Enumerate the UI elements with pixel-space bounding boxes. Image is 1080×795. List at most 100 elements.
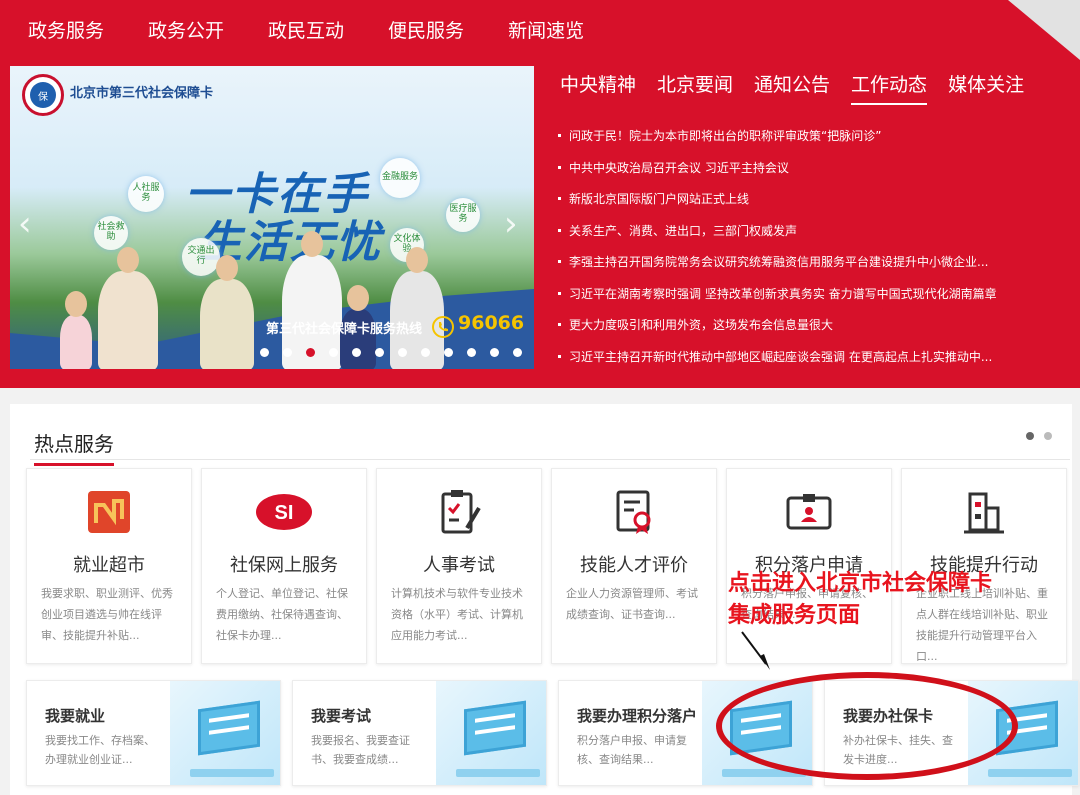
bullet-icon: [558, 197, 561, 201]
card-title: 人事考试: [423, 555, 495, 576]
card-social-insurance-online[interactable]: SI 社保网上服务 个人登记、单位登记、社保费用缴纳、社保待遇查询、社保卡办理.…: [201, 468, 367, 664]
phone-icon: [432, 316, 454, 338]
card-desc: 个人登记、单位登记、社保费用缴纳、社保待遇查询、社保卡办理...: [216, 587, 348, 642]
card-points-settlement[interactable]: 积分落户申请 积分落户申报、申请复核、查询结果...: [726, 468, 892, 664]
bubble-finance: 金融服务: [380, 158, 420, 198]
news-item[interactable]: 习近平在湖南考察时强调 坚持改革创新求真务实 奋力谱写中国式现代化湖南篇章: [558, 278, 1058, 310]
svg-text:SI: SI: [275, 502, 294, 524]
card-title: 就业超市: [73, 555, 145, 576]
tile-desc: 积分落户申报、申请复核、查询结果...: [577, 734, 687, 766]
nav-item-convenience-services[interactable]: 便民服务: [388, 16, 464, 43]
hot-services-pager: [1016, 432, 1052, 440]
bullet-icon: [558, 291, 561, 295]
certificate-icon: [566, 487, 702, 537]
bubble-medical: 医疗服务: [446, 198, 480, 232]
bullet-icon: [558, 134, 561, 138]
bubble-hr-services: 人社服务: [128, 176, 164, 212]
bullet-icon: [558, 260, 561, 264]
banner-card-name: 北京市第三代社会保障卡: [70, 86, 214, 101]
person-grandfather: [98, 247, 158, 369]
service-cards: 就业超市 我要求职、职业测评、优秀创业项目遴选与帅在线评审、技能提升补贴... …: [26, 468, 1076, 664]
card-title: 技能人才评价: [580, 555, 688, 576]
carousel-dot[interactable]: [352, 348, 361, 357]
bullet-icon: [558, 354, 561, 358]
bullet-icon: [558, 228, 561, 232]
carousel-dot[interactable]: [375, 348, 384, 357]
carousel-dots: [260, 348, 534, 357]
tab-beijing-news[interactable]: 北京要闻: [657, 70, 733, 105]
card-desc: 企业人力资源管理师、考试成绩查询、证书查询...: [566, 587, 698, 621]
news-item[interactable]: 问政于民！院士为本市即将出台的职称评审政策“把脉问诊”: [558, 120, 1058, 152]
carousel-dot[interactable]: [444, 348, 453, 357]
social-insurance-icon: SI: [216, 487, 352, 537]
card-employment-market[interactable]: 就业超市 我要求职、职业测评、优秀创业项目遴选与帅在线评审、技能提升补贴...: [26, 468, 192, 664]
bullet-icon: [558, 323, 561, 327]
card-title: 社保网上服务: [230, 555, 338, 576]
card-personnel-exam[interactable]: 人事考试 计算机技术与软件专业技术资格（水平）考试、计算机应用能力考试...: [376, 468, 542, 664]
news-item[interactable]: 更大力度吸引和利用外资，这场发布会信息量很大: [558, 309, 1058, 341]
tab-central-spirit[interactable]: 中央精神: [560, 70, 636, 105]
news-item[interactable]: 习近平主持召开新时代推动中部地区崛起座谈会强调 在更高起点上扎实推动中...: [558, 341, 1058, 373]
person-child-girl: [60, 291, 92, 369]
tile-desc: 我要找工作、存档案、办理就业创业证...: [45, 734, 155, 766]
hot-services-title: 热点服务: [34, 428, 114, 466]
card-desc: 我要求职、职业测评、优秀创业项目遴选与帅在线评审、技能提升补贴...: [41, 587, 173, 642]
computer-illustration: [436, 681, 546, 785]
nav-item-interaction[interactable]: 政民互动: [268, 16, 344, 43]
pager-dot-1[interactable]: [1026, 432, 1034, 440]
annotation-line1: 点击进入北京市社会保障卡: [728, 571, 993, 596]
computer-illustration: [170, 681, 280, 785]
carousel-dot[interactable]: [283, 348, 292, 357]
employment-market-icon: [41, 487, 177, 537]
logo-inner: 保: [30, 82, 56, 108]
news-item-text: 习近平在湖南考察时强调 坚持改革创新求真务实 奋力谱写中国式现代化湖南篇章: [569, 286, 997, 301]
news-item[interactable]: 中共中央政治局召开会议 习近平主持会议: [558, 152, 1058, 184]
nav-item-government-services[interactable]: 政务服务: [28, 16, 104, 43]
carousel-next-arrow[interactable]: ›: [504, 204, 518, 244]
carousel-banner[interactable]: 保 北京市第三代社会保障卡 一卡在手 生活无忧 人社服务 金融服务 社会救助 医…: [10, 66, 534, 369]
tile-i-want-employment[interactable]: 我要就业 我要找工作、存档案、办理就业创业证...: [26, 680, 281, 786]
annotation-ellipse: [716, 672, 1018, 780]
nav-item-news[interactable]: 新闻速览: [508, 16, 584, 43]
carousel-dot[interactable]: [398, 348, 407, 357]
carousel-dot[interactable]: [513, 348, 522, 357]
carousel-dot[interactable]: [467, 348, 476, 357]
news-item-text: 新版北京国际版门户网站正式上线: [569, 192, 750, 207]
person-grandmother: [200, 255, 254, 369]
news-tabs: 中央精神 北京要闻 通知公告 工作动态 媒体关注: [560, 70, 1045, 105]
building-icon: [916, 487, 1052, 537]
social-security-logo: 保: [22, 74, 64, 116]
hotline-number: 96066: [458, 312, 525, 334]
news-item[interactable]: 新版北京国际版门户网站正式上线: [558, 183, 1058, 215]
news-item[interactable]: 李强主持召开国务院常务会议研究统筹融资信用服务平台建设提升中小微企业...: [558, 246, 1058, 278]
news-item-text: 关系生产、消费、进出口，三部门权威发声: [569, 223, 798, 238]
carousel-dot[interactable]: [490, 348, 499, 357]
corner-shade: [1008, 0, 1080, 60]
news-item-text: 问政于民！院士为本市即将出台的职称评审政策“把脉问诊”: [569, 129, 882, 144]
tab-notices[interactable]: 通知公告: [754, 70, 830, 105]
carousel-dot[interactable]: [260, 348, 269, 357]
news-item-text: 习近平主持召开新时代推动中部地区崛起座谈会强调 在更高起点上扎实推动中...: [569, 349, 993, 364]
pager-dot-2[interactable]: [1044, 432, 1052, 440]
carousel-dot[interactable]: [421, 348, 430, 357]
exam-clipboard-icon: [391, 487, 527, 537]
carousel-dot[interactable]: [329, 348, 338, 357]
news-item[interactable]: 关系生产、消费、进出口，三部门权威发声: [558, 215, 1058, 247]
news-list: 问政于民！院士为本市即将出台的职称评审政策“把脉问诊” 中共中央政治局召开会议 …: [558, 120, 1058, 372]
tab-media-focus[interactable]: 媒体关注: [948, 70, 1024, 105]
hot-services-header: 热点服务: [30, 420, 1070, 466]
card-skill-evaluation[interactable]: 技能人才评价 企业人力资源管理师、考试成绩查询、证书查询...: [551, 468, 717, 664]
card-desc: 计算机技术与软件专业技术资格（水平）考试、计算机应用能力考试...: [391, 587, 523, 642]
tile-i-want-exam[interactable]: 我要考试 我要报名、我要查证书、我要查成绩...: [292, 680, 547, 786]
news-item-text: 中共中央政治局召开会议 习近平主持会议: [569, 160, 789, 175]
tab-work-updates[interactable]: 工作动态: [851, 70, 928, 105]
tile-desc: 我要报名、我要查证书、我要查成绩...: [311, 734, 410, 766]
card-skill-upgrade[interactable]: 技能提升行动 企业职工线上培训补贴、重点人群在线培训补贴、职业技能提升行动管理平…: [901, 468, 1067, 664]
news-item-text: 更大力度吸引和利用外资，这场发布会信息量很大: [569, 318, 834, 333]
tile-title: 我要办理积分落户: [577, 707, 698, 725]
carousel-prev-arrow[interactable]: ‹: [18, 204, 32, 244]
carousel-dot[interactable]: [306, 348, 315, 357]
annotation-callout: 点击进入北京市社会保障卡 集成服务页面: [728, 568, 992, 632]
nav-item-government-affairs[interactable]: 政务公开: [148, 16, 224, 43]
top-banner-area: 政务服务 政务公开 政民互动 便民服务 新闻速览 保 北京市第三代社会保障卡 一…: [0, 0, 1080, 388]
